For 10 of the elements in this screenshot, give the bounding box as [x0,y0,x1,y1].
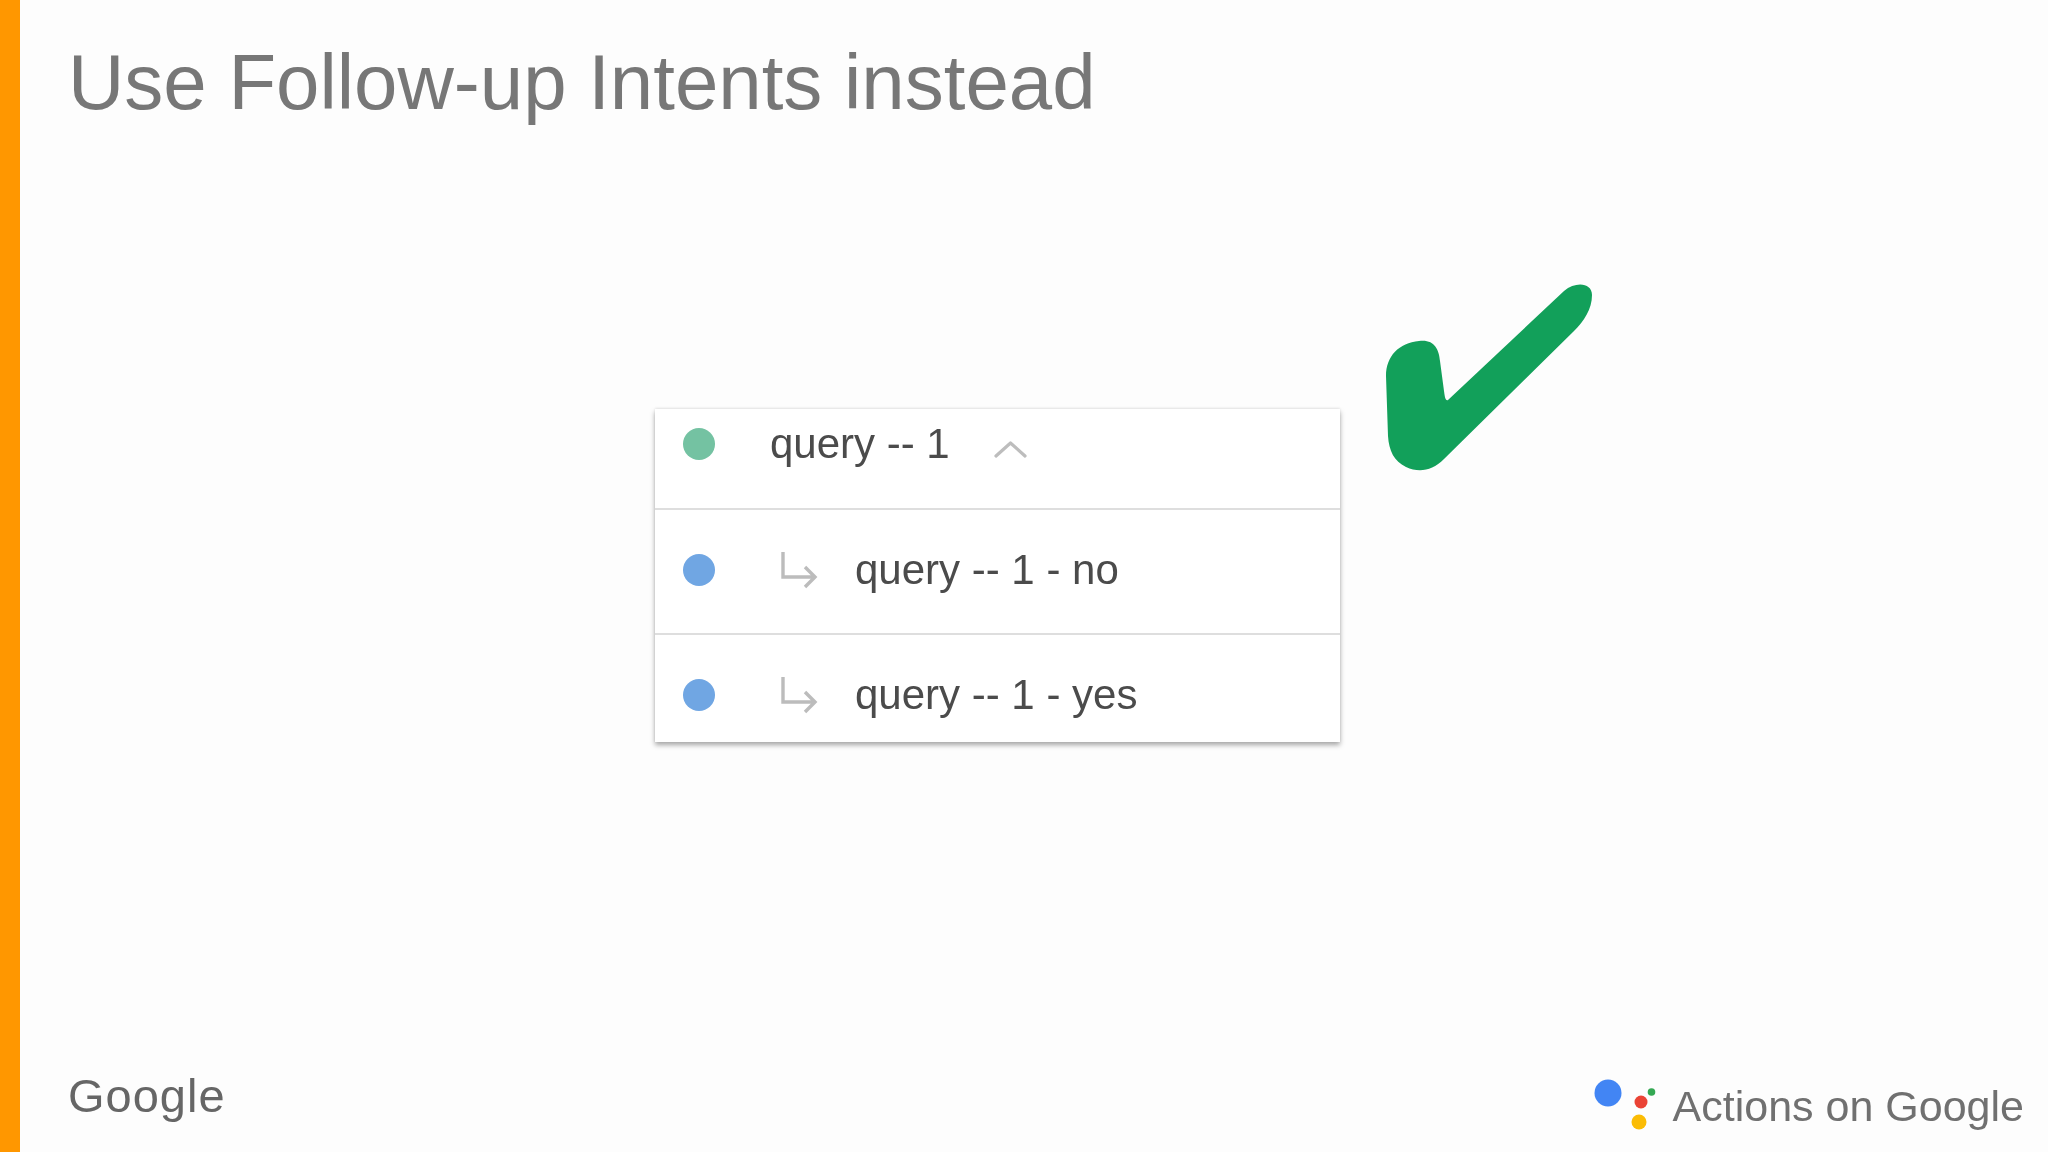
intent-name[interactable]: query -- 1 - yes [855,671,1138,719]
intent-name[interactable]: query -- 1 [770,420,950,468]
slide-title: Use Follow-up Intents instead [68,37,1097,128]
four-dots-logo-icon [1593,1079,1656,1130]
google-wordmark: Google [68,1068,226,1124]
intent-name[interactable]: query -- 1 - no [855,546,1119,594]
corner-arrow-icon [778,550,819,591]
corner-arrow-icon [778,675,819,716]
brand-name: Actions on Google [1672,1081,2024,1132]
chevron-up-icon[interactable] [993,440,1027,458]
